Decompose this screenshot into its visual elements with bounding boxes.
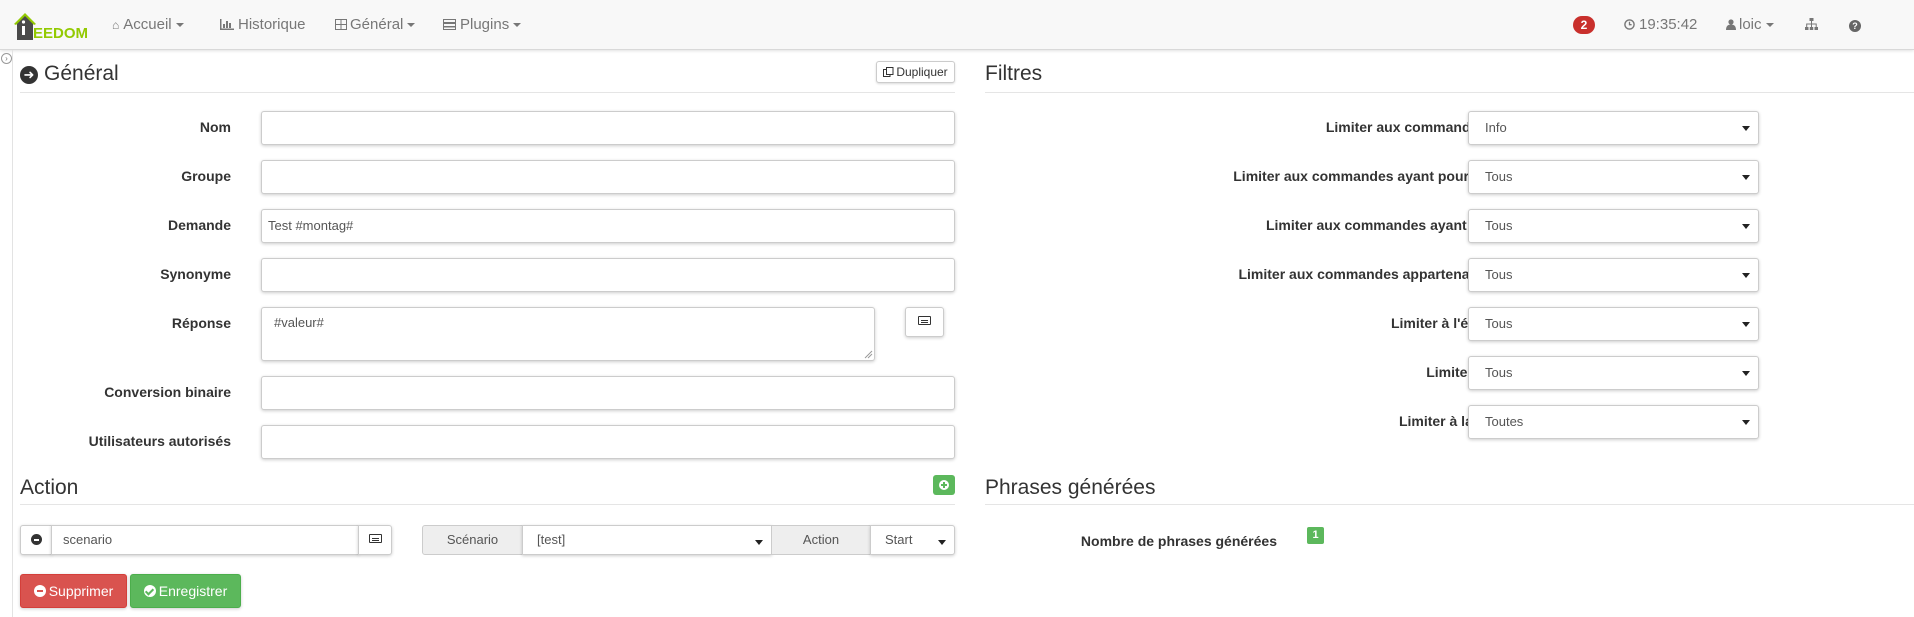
notification-badge[interactable]: 2 bbox=[1573, 16, 1595, 34]
remove-action-button[interactable] bbox=[20, 525, 52, 555]
user-icon bbox=[1726, 19, 1736, 30]
scenario-addon-label: Scénario bbox=[422, 525, 523, 555]
nav-general[interactable]: Général bbox=[335, 0, 416, 50]
conversion-input[interactable] bbox=[261, 376, 955, 410]
nav-help[interactable]: ? bbox=[1849, 0, 1861, 50]
plus-circle-icon bbox=[939, 480, 949, 490]
add-action-button[interactable] bbox=[933, 475, 955, 495]
sidebar-toggle-icon[interactable]: › bbox=[1, 53, 12, 64]
sitemap-icon bbox=[1805, 18, 1818, 30]
nom-label: Nom bbox=[199, 119, 231, 135]
filter-subtype-select[interactable]: Tous bbox=[1468, 160, 1759, 194]
home-icon: ⌂ bbox=[112, 18, 120, 32]
reponse-variable-button[interactable] bbox=[905, 307, 944, 337]
nav-user-label: loic bbox=[1739, 16, 1762, 33]
filter-equipment-select[interactable]: Tous bbox=[1468, 307, 1759, 341]
select-command-button[interactable] bbox=[358, 525, 392, 555]
reponse-textarea[interactable]: #valeur# bbox=[261, 307, 875, 361]
nav-accueil-label: Accueil bbox=[123, 16, 172, 33]
general-section-title: ➜ Général bbox=[20, 62, 955, 93]
filter-object-select[interactable]: Tous bbox=[1468, 258, 1759, 292]
filter-category-select[interactable]: Toutes bbox=[1468, 405, 1759, 439]
resize-grip-icon[interactable] bbox=[864, 350, 873, 359]
scenario-select[interactable]: [test] bbox=[522, 525, 772, 555]
jeedom-logo[interactable]: EEDOM bbox=[14, 8, 89, 42]
nav-clock: 19:35:42 bbox=[1624, 0, 1697, 50]
phrases-section-title: Phrases générées bbox=[985, 476, 1914, 505]
action-select[interactable]: Start bbox=[870, 525, 955, 555]
nav-plugins[interactable]: Plugins bbox=[443, 0, 522, 50]
save-label: Enregistrer bbox=[158, 583, 228, 599]
delete-label: Supprimer bbox=[48, 583, 114, 599]
duplicate-label: Dupliquer bbox=[896, 65, 948, 79]
action-addon-label: Action bbox=[771, 525, 871, 555]
duplicate-button[interactable]: Dupliquer bbox=[876, 61, 955, 83]
save-button[interactable]: Enregistrer bbox=[130, 574, 241, 608]
grid-icon bbox=[335, 19, 347, 30]
utilisateurs-label: Utilisateurs autorisés bbox=[88, 433, 231, 449]
clock-icon bbox=[1624, 19, 1635, 30]
filtres-section-title: Filtres bbox=[985, 62, 1914, 93]
reponse-label: Réponse bbox=[171, 315, 231, 331]
nav-sitemap[interactable] bbox=[1805, 0, 1818, 50]
nav-historique-label: Historique bbox=[238, 16, 306, 33]
conversion-label: Conversion binaire bbox=[104, 384, 231, 400]
synonyme-input[interactable] bbox=[261, 258, 955, 292]
keyboard-icon bbox=[918, 316, 931, 325]
phrases-count-label: Nombre de phrases générées bbox=[1080, 533, 1277, 549]
groupe-label: Groupe bbox=[181, 168, 231, 184]
caret-down-icon bbox=[1765, 23, 1774, 28]
filter-type-select[interactable]: Info bbox=[1468, 111, 1759, 145]
nav-historique[interactable]: Historique bbox=[220, 0, 306, 50]
nav-general-label: Général bbox=[350, 16, 404, 33]
copy-icon bbox=[883, 67, 894, 77]
keyboard-icon bbox=[368, 534, 382, 543]
clock-time: 19:35:42 bbox=[1639, 16, 1698, 33]
utilisateurs-input[interactable] bbox=[261, 425, 955, 459]
back-arrow-icon[interactable]: ➜ bbox=[20, 66, 38, 84]
caret-down-icon bbox=[407, 23, 416, 28]
delete-button[interactable]: Supprimer bbox=[20, 574, 127, 608]
question-circle-icon: ? bbox=[1849, 20, 1861, 32]
logo-text: EEDOM bbox=[33, 25, 89, 42]
groupe-input[interactable] bbox=[261, 160, 955, 194]
nav-accueil[interactable]: ⌂ Accueil bbox=[112, 0, 184, 50]
left-divider bbox=[12, 50, 13, 617]
phrases-count-badge[interactable]: 1 bbox=[1307, 527, 1324, 544]
demande-input[interactable]: Test #montag# bbox=[261, 209, 955, 243]
demande-label: Demande bbox=[167, 217, 231, 233]
nav-plugins-label: Plugins bbox=[460, 16, 510, 33]
synonyme-label: Synonyme bbox=[160, 266, 231, 282]
tasks-icon bbox=[443, 19, 456, 30]
bar-chart-icon bbox=[220, 19, 234, 30]
minus-circle-icon bbox=[33, 585, 46, 597]
filter-unit-select[interactable]: Tous bbox=[1468, 209, 1759, 243]
nom-input[interactable] bbox=[261, 111, 955, 145]
caret-down-icon bbox=[513, 23, 522, 28]
minus-circle-icon bbox=[30, 534, 42, 545]
action-section-title: Action bbox=[20, 476, 955, 505]
filter-plugin-select[interactable]: Tous bbox=[1468, 356, 1759, 390]
general-title-text: Général bbox=[44, 62, 119, 85]
top-navbar: EEDOM ⌂ Accueil Historique Général Plugin… bbox=[0, 0, 1914, 50]
check-circle-icon bbox=[143, 585, 156, 597]
caret-down-icon bbox=[175, 23, 184, 28]
action-command-input[interactable]: scenario bbox=[51, 525, 359, 555]
nav-user[interactable]: loic bbox=[1726, 0, 1774, 50]
